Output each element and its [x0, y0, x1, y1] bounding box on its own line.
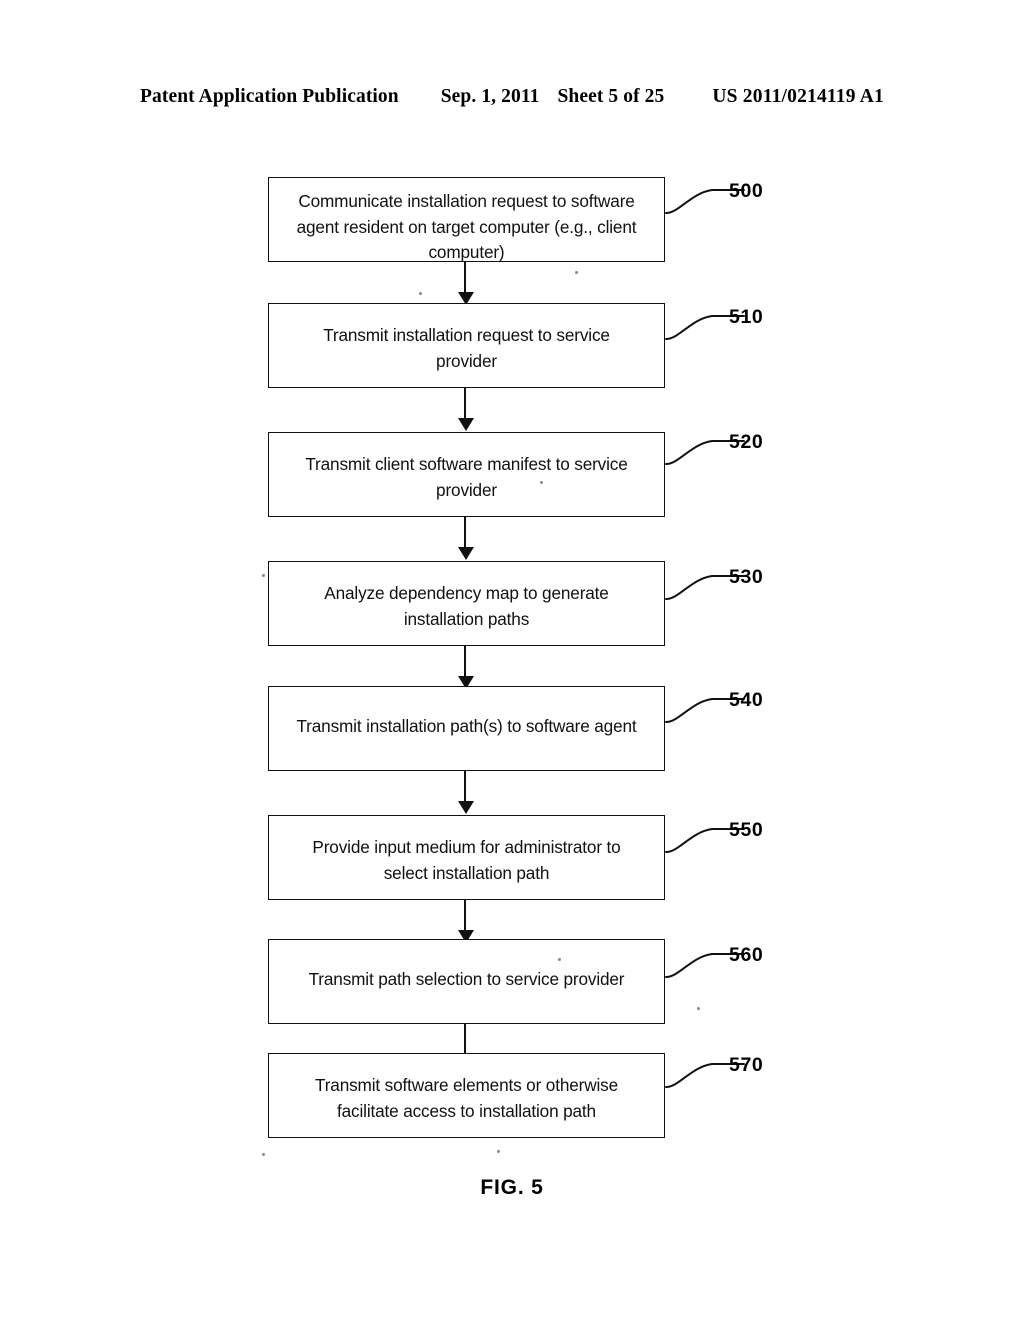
scan-speck: [575, 271, 578, 274]
flow-connector-500-510: [458, 262, 474, 307]
flow-node-520-label: Transmit client software manifest to ser…: [305, 454, 628, 500]
scan-speck: [419, 292, 422, 295]
flow-node-520: Transmit client software manifest to ser…: [268, 432, 665, 517]
flow-node-530: Analyze dependency map to generate insta…: [268, 561, 665, 646]
flow-connector-510-520: [458, 388, 474, 433]
flow-node-540-label: Transmit installation path(s) to softwar…: [296, 716, 637, 736]
flow-connector-530-540: [458, 646, 474, 691]
scan-speck: [262, 574, 265, 577]
reference-numeral-570: 570: [729, 1054, 764, 1076]
flow-node-540: Transmit installation path(s) to softwar…: [268, 686, 665, 771]
scan-speck: [262, 1153, 265, 1156]
reference-numeral-560: 560: [729, 944, 764, 966]
reference-numeral-520: 520: [729, 431, 764, 453]
flow-node-500: Communicate installation request to soft…: [268, 177, 665, 262]
flow-node-530-label: Analyze dependency map to generate insta…: [324, 583, 609, 629]
reference-numeral-510: 510: [729, 306, 764, 328]
flowchart-diagram: Communicate installation request to soft…: [0, 0, 1024, 1320]
scan-speck: [697, 1007, 700, 1010]
flow-node-550-label: Provide input medium for administrator t…: [312, 837, 621, 883]
figure-caption: FIG. 5: [480, 1176, 544, 1199]
flow-node-550: Provide input medium for administrator t…: [268, 815, 665, 900]
reference-numeral-550: 550: [729, 819, 764, 841]
flow-node-560: Transmit path selection to service provi…: [268, 939, 665, 1024]
reference-numeral-530: 530: [729, 566, 764, 588]
flow-node-570-label: Transmit software elements or otherwise …: [315, 1075, 618, 1121]
reference-numeral-500: 500: [729, 180, 764, 202]
flow-connector-540-550: [458, 771, 474, 816]
scan-speck: [558, 958, 561, 961]
reference-numeral-540: 540: [729, 689, 764, 711]
flow-connector-520-530: [458, 517, 474, 562]
scan-speck: [540, 481, 543, 484]
flow-node-510-label: Transmit installation request to service…: [323, 325, 610, 371]
scan-speck: [497, 1150, 500, 1153]
flow-node-500-label: Communicate installation request to soft…: [296, 191, 637, 262]
flow-node-560-label: Transmit path selection to service provi…: [308, 969, 625, 989]
flow-node-570: Transmit software elements or otherwise …: [268, 1053, 665, 1138]
flow-node-510: Transmit installation request to service…: [268, 303, 665, 388]
